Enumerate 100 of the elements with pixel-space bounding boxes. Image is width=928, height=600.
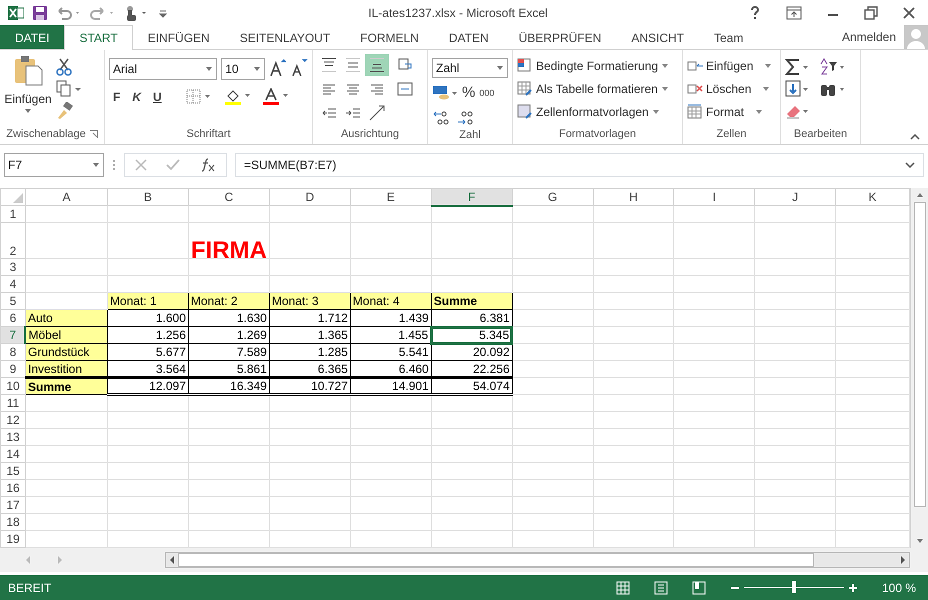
format-painter-icon[interactable] (56, 102, 74, 120)
collapse-ribbon-icon[interactable] (910, 134, 920, 140)
orientation-icon (369, 105, 385, 121)
column-header[interactable]: F (431, 188, 512, 206)
number-format-dropdown[interactable]: Zahl (432, 58, 508, 78)
borders-icon[interactable] (186, 89, 212, 105)
column-header[interactable]: K (836, 188, 910, 206)
bottom-align-icon (369, 57, 385, 73)
page-break-icon[interactable] (692, 580, 706, 594)
horizontal-scrollbar[interactable] (165, 552, 910, 568)
bottom-align-button[interactable] (365, 54, 389, 76)
fill-icon[interactable] (785, 80, 811, 98)
row-header[interactable]: 1 (0, 206, 26, 222)
name-box[interactable]: F7 (4, 153, 104, 177)
bold-button[interactable]: F (109, 88, 124, 106)
row-header[interactable]: 18 (0, 514, 26, 530)
insert-cells-button[interactable]: Einfügen (687, 54, 776, 77)
ribbon-tab[interactable]: SEITENLAYOUT (224, 25, 346, 49)
table-cell: Summe (25, 378, 108, 394)
row-header[interactable]: 13 (0, 428, 26, 446)
dialog-launcher-icon[interactable] (90, 130, 98, 138)
row-header[interactable]: 4 (0, 276, 26, 292)
ribbon-tab[interactable]: FORMELN (345, 25, 434, 49)
row-header[interactable]: 12 (0, 412, 26, 428)
row-header[interactable]: 2 (0, 222, 26, 258)
file-tab[interactable]: DATEI (0, 25, 64, 49)
row-header[interactable]: 14 (0, 446, 26, 462)
check-icon[interactable] (166, 159, 180, 171)
ribbon-tab[interactable]: Team (698, 25, 758, 49)
zoom-in-icon[interactable] (848, 582, 858, 592)
font-size-dropdown[interactable]: 10 (221, 58, 265, 80)
shrink-font-icon[interactable] (290, 58, 308, 78)
sort-filter-icon[interactable] (819, 58, 845, 76)
help-icon[interactable] (748, 5, 762, 21)
column-header[interactable]: C (188, 188, 270, 206)
currency-icon[interactable] (432, 84, 458, 102)
save-icon[interactable] (32, 5, 48, 21)
ribbon-tab[interactable]: ÜBERPRÜFEN (504, 25, 616, 49)
font-name-dropdown[interactable]: Arial (109, 58, 218, 80)
table-cell: 1.285 (269, 344, 350, 360)
paste-button[interactable]: Einfügen (4, 54, 52, 120)
vertical-scrollbar[interactable] (910, 188, 928, 548)
percent-button[interactable]: % (462, 82, 476, 104)
normal-view-icon[interactable] (616, 580, 630, 594)
cell-styles-button[interactable]: Zellenformatvorlagen (517, 100, 678, 123)
caret-icon (661, 62, 670, 68)
ribbon-tab[interactable]: EINFÜGEN (132, 25, 225, 49)
sign-in-link[interactable]: Anmelden (842, 28, 896, 46)
group-label: Zahl (459, 128, 481, 140)
format-cells-button[interactable]: Format (687, 100, 776, 123)
row-header[interactable]: 9 (0, 360, 26, 378)
row-header[interactable]: 5 (0, 292, 26, 310)
sheet-title: FIRMA (188, 222, 270, 258)
column-header[interactable]: G (512, 188, 594, 206)
underline-button[interactable]: U (149, 88, 166, 106)
column-header[interactable]: E (350, 188, 432, 206)
conditional-formatting-button[interactable]: Bedingte Formatierung (517, 54, 678, 77)
row-header[interactable]: 8 (0, 344, 26, 360)
table-cell: 5.345 (431, 326, 512, 344)
column-header[interactable]: J (754, 188, 836, 206)
column-header[interactable]: A (25, 188, 108, 206)
zoom-slider-thumb[interactable] (792, 581, 796, 593)
ribbon-display-icon[interactable] (786, 6, 802, 20)
formula-field[interactable]: =SUMME(B7:E7) (235, 153, 924, 177)
row-header[interactable]: 17 (0, 496, 26, 514)
row-header[interactable]: 6 (0, 310, 26, 326)
row-header[interactable]: 19 (0, 530, 26, 548)
ribbon-tab[interactable]: ANSICHT (616, 25, 699, 49)
drag-handle-icon[interactable] (112, 159, 116, 171)
ribbon-tab[interactable]: START (64, 25, 133, 50)
row-header[interactable]: 16 (0, 480, 26, 496)
row-header[interactable]: 3 (0, 258, 26, 276)
copy-icon[interactable] (56, 80, 82, 98)
italic-button[interactable]: K (128, 88, 146, 106)
grow-font-icon[interactable] (268, 58, 286, 78)
restore-icon[interactable] (864, 6, 878, 20)
row-header[interactable]: 10 (0, 378, 26, 394)
row-header[interactable]: 7 (0, 326, 26, 344)
row-header[interactable]: 15 (0, 462, 26, 480)
row-header[interactable]: 11 (0, 394, 26, 412)
zoom-level[interactable]: 100 % (882, 578, 916, 596)
column-header[interactable]: D (269, 188, 350, 206)
table-cell: 1.712 (269, 310, 350, 326)
caret-icon (764, 62, 772, 68)
close-icon[interactable] (902, 6, 916, 20)
thousands-separator-button[interactable]: 000 (479, 86, 494, 100)
delete-cells-button[interactable]: Löschen (687, 77, 776, 100)
ribbon-tab[interactable]: DATEN (434, 25, 504, 49)
caret-icon (755, 108, 764, 114)
column-header[interactable]: B (107, 188, 188, 206)
sum-icon[interactable] (785, 58, 811, 76)
undo-icon[interactable] (56, 5, 82, 21)
table-cell: 10.727 (269, 378, 350, 394)
format-as-table-button[interactable]: Als Tabelle formatieren (517, 77, 678, 100)
page-layout-icon[interactable] (654, 580, 668, 594)
column-header[interactable]: H (593, 188, 674, 206)
column-header[interactable]: I (674, 188, 755, 206)
scissors-icon[interactable] (56, 58, 72, 76)
middle-align-icon (345, 57, 361, 73)
insert-function-icon[interactable] (200, 158, 216, 172)
